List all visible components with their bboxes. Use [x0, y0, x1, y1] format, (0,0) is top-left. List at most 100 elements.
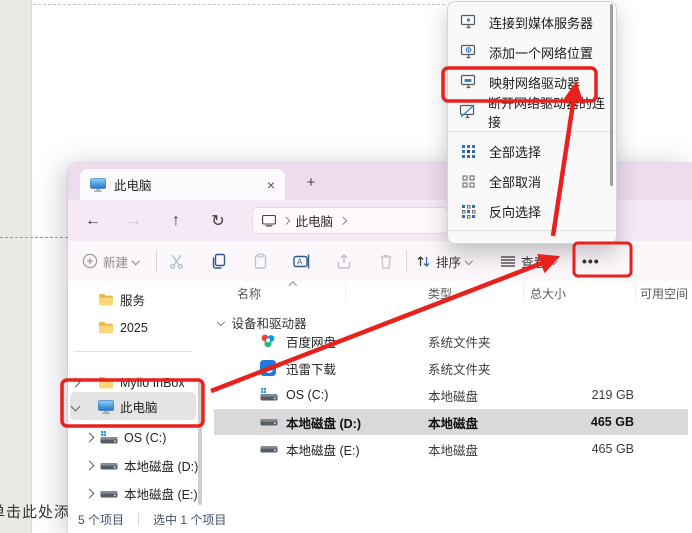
new-tab-button[interactable]: +	[300, 171, 322, 193]
sidebar-item-label: Mylio InBox	[120, 376, 185, 390]
view-button-label: 查看	[521, 252, 546, 271]
menu-item-add-network-location[interactable]: 添加一个网络位置	[448, 37, 616, 67]
ellipsis-icon: •••	[582, 253, 600, 269]
sort-button[interactable]: 排序	[416, 249, 472, 273]
collapse-chevron-icon[interactable]	[70, 402, 80, 412]
tab-close-icon[interactable]: ×	[267, 177, 275, 193]
share-button[interactable]	[332, 249, 356, 273]
menu-item-disconnect-network-drive[interactable]: 断开网络驱动器的连接	[448, 97, 616, 127]
forward-button[interactable]: →	[121, 208, 147, 234]
paste-button[interactable]	[248, 249, 272, 273]
menu-item-label: 断开网络驱动器的连接	[488, 93, 605, 131]
file-row-disk-d[interactable]: 本地磁盘 (D:) 本地磁盘 465 GB	[214, 409, 688, 435]
invert-selection-icon	[459, 202, 477, 220]
column-divider[interactable]	[523, 283, 524, 301]
expand-chevron-icon[interactable]	[84, 461, 94, 471]
column-header-name[interactable]: 名称	[237, 285, 261, 302]
slide-placeholder-border-bottom	[0, 237, 68, 238]
back-button[interactable]: ←	[80, 208, 106, 234]
this-pc-icon	[90, 178, 106, 192]
menu-item-connect-media-server[interactable]: 连接到媒体服务器	[448, 7, 616, 37]
folder-icon	[98, 321, 114, 334]
menu-item-label: 映射网络驱动器	[489, 73, 580, 92]
select-all-icon	[459, 142, 477, 160]
expand-chevron-icon[interactable]	[84, 433, 94, 443]
sidebar-item-disk-d[interactable]: 本地磁盘 (D:)	[84, 452, 210, 479]
sidebar-item-label: 服务	[120, 290, 145, 309]
content-area: 服务 2025 Mylio InBox	[68, 281, 692, 505]
sort-ascending-icon	[289, 281, 297, 289]
baidu-netdisk-icon	[260, 333, 278, 349]
svg-text:A: A	[297, 257, 303, 266]
sidebar-item-folder[interactable]: 服务	[70, 286, 196, 313]
menu-item-select-all[interactable]: 全部选择	[448, 136, 616, 166]
drive-icon	[100, 488, 118, 500]
up-button[interactable]: ↑	[163, 208, 189, 234]
sidebar-item-os-c[interactable]: OS (C:)	[84, 424, 210, 451]
new-button[interactable]: 新建	[82, 249, 139, 273]
cut-button[interactable]	[164, 249, 188, 273]
plus-circle-icon	[82, 253, 98, 269]
file-row-os-c[interactable]: OS (C:) 本地磁盘 219 GB	[214, 382, 688, 408]
file-row-thunder-download[interactable]: 迅雷下载 系统文件夹	[214, 355, 688, 381]
share-icon	[336, 253, 353, 270]
toolbar-divider	[156, 250, 157, 272]
column-header-free-space[interactable]: 可用空间	[640, 285, 688, 302]
slide-placeholder-border-top	[33, 4, 445, 5]
refresh-button[interactable]: ↻	[205, 208, 231, 234]
view-button[interactable]: 查看	[500, 249, 557, 273]
expand-chevron-icon[interactable]	[84, 489, 94, 499]
address-bar[interactable]: 此电脑	[252, 207, 448, 234]
context-menu: 连接到媒体服务器 添加一个网络位置 映射网络驱动器	[447, 1, 617, 244]
sidebar-scrollbar[interactable]	[198, 381, 202, 505]
delete-button[interactable]	[374, 249, 398, 273]
file-type: 系统文件夹	[428, 359, 491, 378]
menu-item-label: 添加一个网络位置	[489, 43, 593, 62]
chevron-down-icon	[550, 257, 558, 265]
drive-icon	[100, 460, 118, 472]
sidebar-item-folder[interactable]: 2025	[70, 314, 196, 341]
navigation-pane: 服务 2025 Mylio InBox	[68, 281, 204, 505]
drive-icon	[260, 414, 278, 430]
menu-item-label: 全部取消	[489, 172, 541, 191]
menu-divider	[449, 131, 615, 132]
sidebar-item-disk-e[interactable]: 本地磁盘 (E:)	[84, 480, 210, 507]
folder-icon	[98, 376, 114, 389]
sidebar-item-label: 此电脑	[120, 397, 158, 416]
address-pc-icon	[262, 215, 276, 227]
file-name: 百度网盘	[286, 332, 336, 351]
drive-icon	[260, 441, 278, 457]
menu-item-invert-selection[interactable]: 反向选择	[448, 196, 616, 226]
copy-button[interactable]	[206, 249, 230, 273]
screenshot-root: { "canvas": { "placeholder_text": "单击此处添…	[0, 0, 692, 533]
item-count: 5 个项目	[78, 511, 124, 528]
sidebar-divider	[74, 351, 192, 352]
menu-item-select-none[interactable]: 全部取消	[448, 166, 616, 196]
file-name: 本地磁盘 (D:)	[286, 413, 361, 432]
sidebar-item-label: 2025	[120, 321, 148, 335]
tab-title: 此电脑	[114, 175, 152, 194]
expand-chevron-icon[interactable]	[70, 378, 80, 388]
file-row-disk-e[interactable]: 本地磁盘 (E:) 本地磁盘 465 GB	[214, 436, 688, 462]
file-row-baidu-netdisk[interactable]: 百度网盘 系统文件夹	[214, 328, 688, 354]
column-header-type[interactable]: 类型	[428, 285, 452, 302]
column-divider[interactable]	[635, 283, 636, 301]
status-bar: 5 个项目 选中 1 个项目	[68, 505, 692, 533]
menu-item-label: 属性	[489, 241, 515, 245]
group-collapse-icon[interactable]	[217, 318, 225, 326]
menu-item-properties[interactable]: 属性	[448, 235, 616, 244]
sidebar-item-label: 本地磁盘 (D:)	[124, 456, 198, 475]
sidebar-item-label: 本地磁盘 (E:)	[124, 484, 198, 503]
column-header-total-size[interactable]: 总大小	[530, 285, 566, 302]
sidebar-item-this-pc[interactable]: 此电脑	[70, 393, 196, 420]
rename-icon: A	[293, 253, 311, 270]
tab-this-pc[interactable]: 此电脑 ×	[80, 169, 285, 200]
column-divider[interactable]	[345, 283, 346, 301]
file-size: 465 GB	[530, 442, 634, 456]
menu-scrollbar[interactable]	[610, 4, 613, 186]
column-headers: 名称 类型 总大小 可用空间	[212, 281, 692, 303]
see-more-button[interactable]: •••	[582, 249, 600, 273]
copy-icon	[210, 253, 227, 270]
rename-button[interactable]: A	[290, 249, 314, 273]
breadcrumb-this-pc[interactable]: 此电脑	[296, 211, 334, 230]
